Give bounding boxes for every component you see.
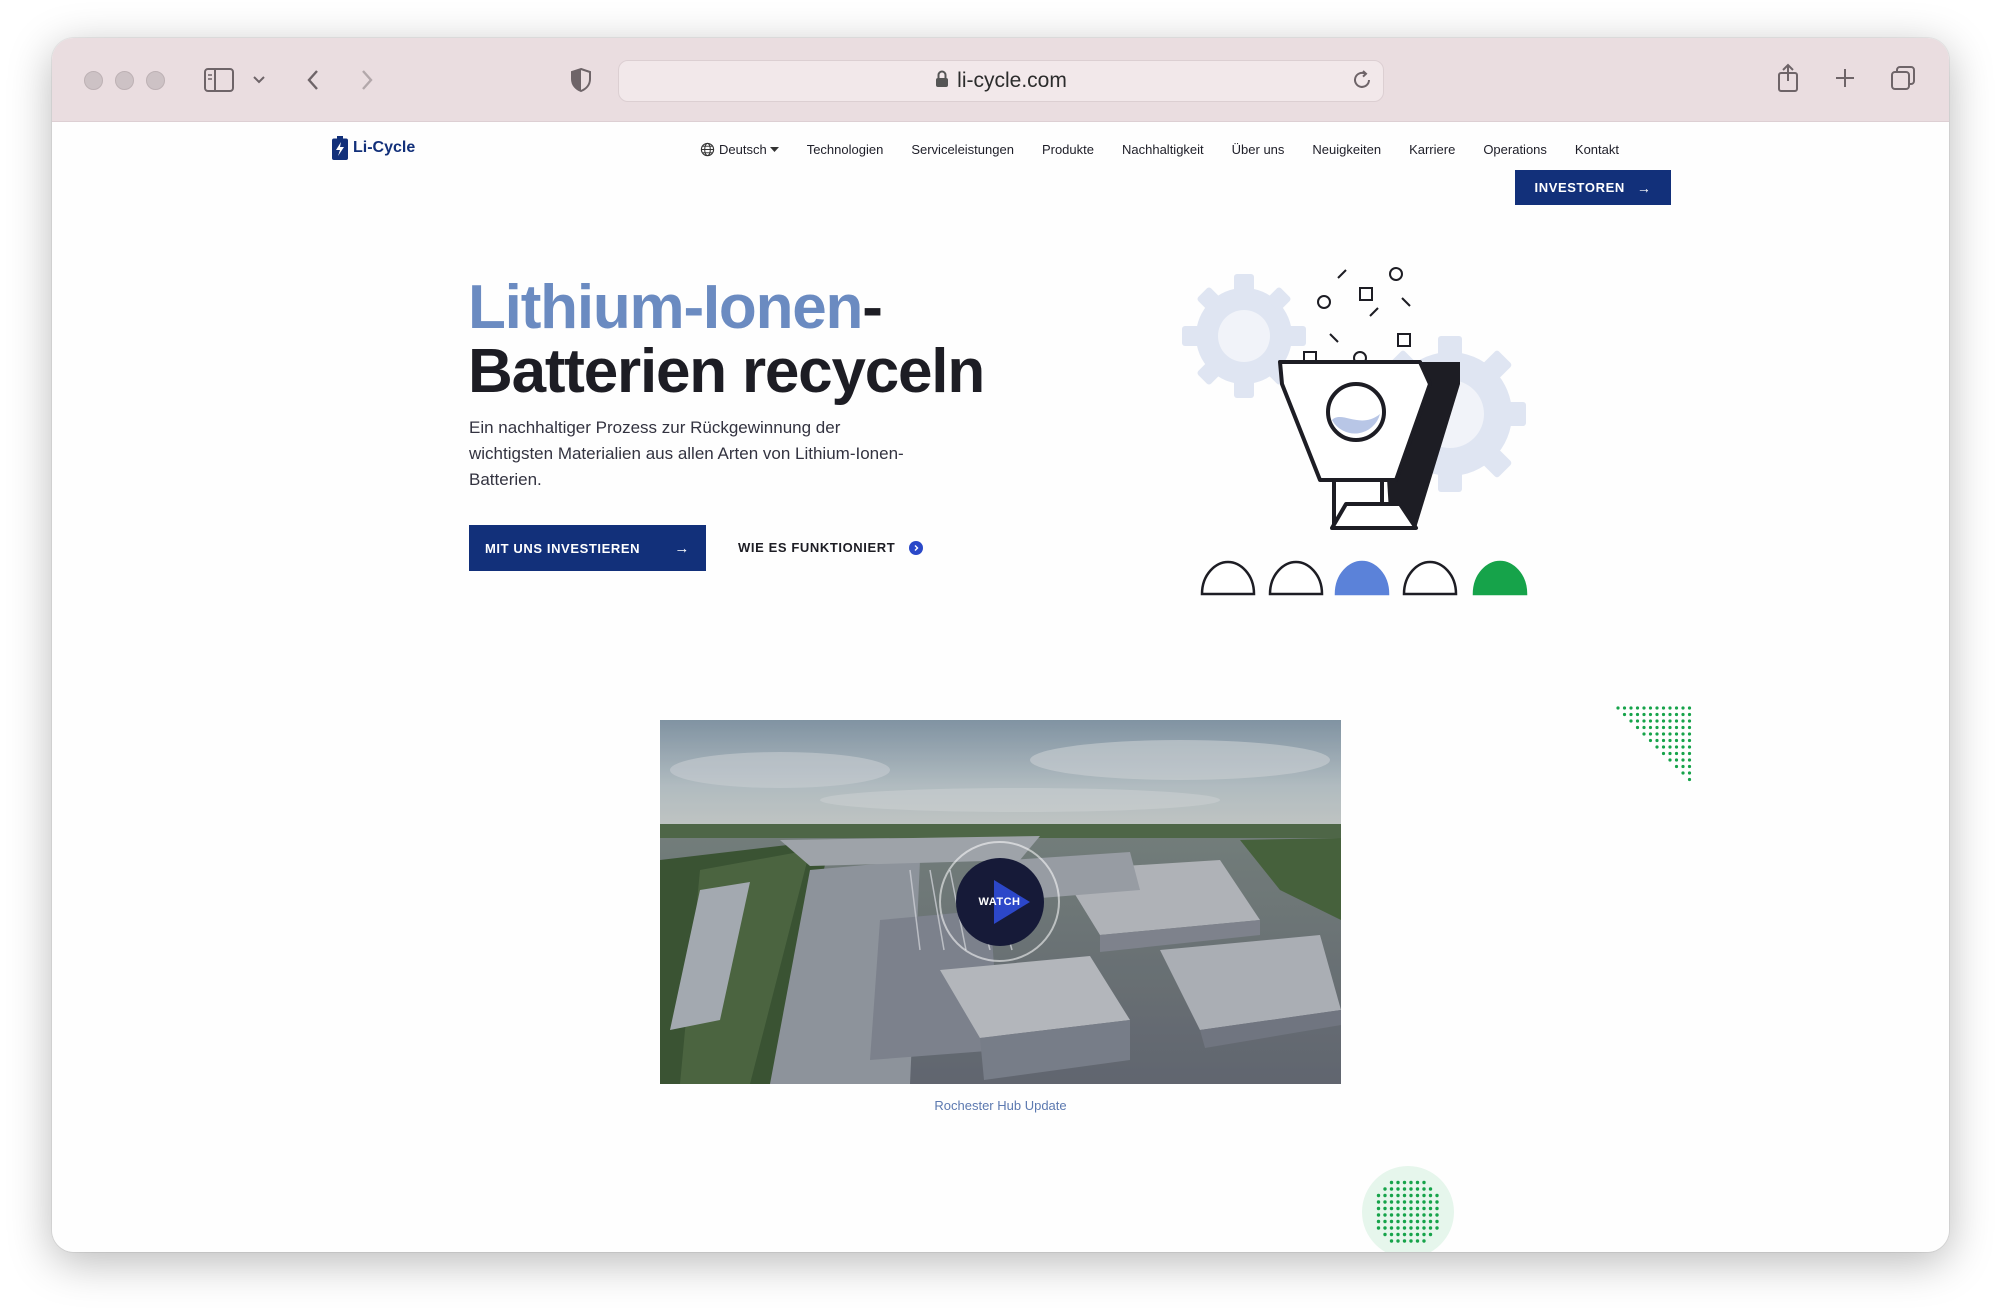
nav-operations[interactable]: Operations xyxy=(1483,142,1547,157)
web-page: Li-Cycle Deutsch Technologien Servicelei… xyxy=(52,122,1949,1252)
traffic-light-minimize[interactable] xyxy=(115,71,134,90)
caret-down-icon xyxy=(769,146,779,152)
chevron-down-icon[interactable] xyxy=(242,64,276,96)
back-arrow-icon[interactable] xyxy=(296,64,330,96)
invest-with-us-label: MIT UNS INVESTIEREN xyxy=(485,540,641,556)
shredder-funnel-icon xyxy=(1278,360,1460,530)
nav-technologien[interactable]: Technologien xyxy=(807,142,884,157)
falling-particles xyxy=(1303,267,1411,365)
address-bar[interactable]: li-cycle.com xyxy=(618,60,1384,102)
language-selector[interactable]: Deutsch xyxy=(700,142,779,157)
browser-toolbar: li-cycle.com xyxy=(52,38,1949,122)
nav-kontakt[interactable]: Kontakt xyxy=(1575,142,1619,157)
hero-title-dash: - xyxy=(862,273,883,342)
invest-with-us-button[interactable]: MIT UNS INVESTIEREN → xyxy=(469,525,706,571)
lock-icon xyxy=(935,70,949,93)
play-button[interactable]: WATCH xyxy=(939,841,1060,962)
recycling-illustration xyxy=(1182,267,1528,596)
investors-button[interactable]: INVESTOREN → xyxy=(1515,170,1671,205)
browser-window: li-cycle.com Li-Cycle Deutsch Technologi… xyxy=(52,38,1949,1252)
main-navigation: Deutsch Technologien Serviceleistungen P… xyxy=(700,142,1619,157)
how-it-works-label: WIE ES FUNKTIONIERT xyxy=(738,540,896,555)
nav-serviceleistungen[interactable]: Serviceleistungen xyxy=(911,142,1014,157)
url-text: li-cycle.com xyxy=(957,69,1067,92)
dot-pattern-decoration xyxy=(1362,1166,1454,1252)
hero-title: Lithium-Ionen- Batterien recyceln xyxy=(468,276,1028,404)
reload-icon[interactable] xyxy=(1351,69,1373,96)
shield-icon[interactable] xyxy=(564,64,598,96)
logo-text: Li-Cycle xyxy=(353,139,416,156)
nav-ueber-uns[interactable]: Über uns xyxy=(1232,142,1285,157)
plus-icon[interactable] xyxy=(1828,62,1862,94)
hero-title-accent: Lithium-Ionen xyxy=(468,273,863,342)
dot-pattern-decoration xyxy=(1616,706,1692,782)
nav-neuigkeiten[interactable]: Neuigkeiten xyxy=(1312,142,1381,157)
arrow-right-icon: → xyxy=(1636,179,1652,196)
play-icon: WATCH xyxy=(955,857,1044,946)
chevron-circle-icon xyxy=(909,540,924,555)
video-player[interactable]: WATCH xyxy=(660,720,1341,1084)
arrow-right-icon: → xyxy=(674,539,690,557)
hero-title-rest: Batterien recyceln xyxy=(468,337,985,406)
hero-subtitle: Ein nachhaltiger Prozess zur Rückgewinnu… xyxy=(469,418,904,489)
video-caption: Rochester Hub Update xyxy=(934,1098,1067,1113)
material-output-piles xyxy=(1200,560,1528,596)
globe-icon xyxy=(700,142,715,157)
nav-produkte[interactable]: Produkte xyxy=(1042,142,1094,157)
language-label: Deutsch xyxy=(719,142,767,157)
tabs-overview-icon[interactable] xyxy=(1886,62,1920,94)
watch-label: WATCH xyxy=(978,895,1021,908)
nav-nachhaltigkeit[interactable]: Nachhaltigkeit xyxy=(1122,142,1204,157)
investors-label: INVESTOREN xyxy=(1534,180,1625,195)
how-it-works-link[interactable]: WIE ES FUNKTIONIERT xyxy=(738,540,924,555)
forward-arrow-icon[interactable] xyxy=(350,64,384,96)
traffic-light-close[interactable] xyxy=(84,71,103,90)
sidebar-icon[interactable] xyxy=(202,64,236,96)
battery-logo-icon xyxy=(332,136,348,160)
traffic-light-zoom[interactable] xyxy=(146,71,165,90)
site-logo[interactable]: Li-Cycle xyxy=(332,136,415,160)
nav-karriere[interactable]: Karriere xyxy=(1409,142,1455,157)
share-icon[interactable] xyxy=(1771,62,1805,94)
